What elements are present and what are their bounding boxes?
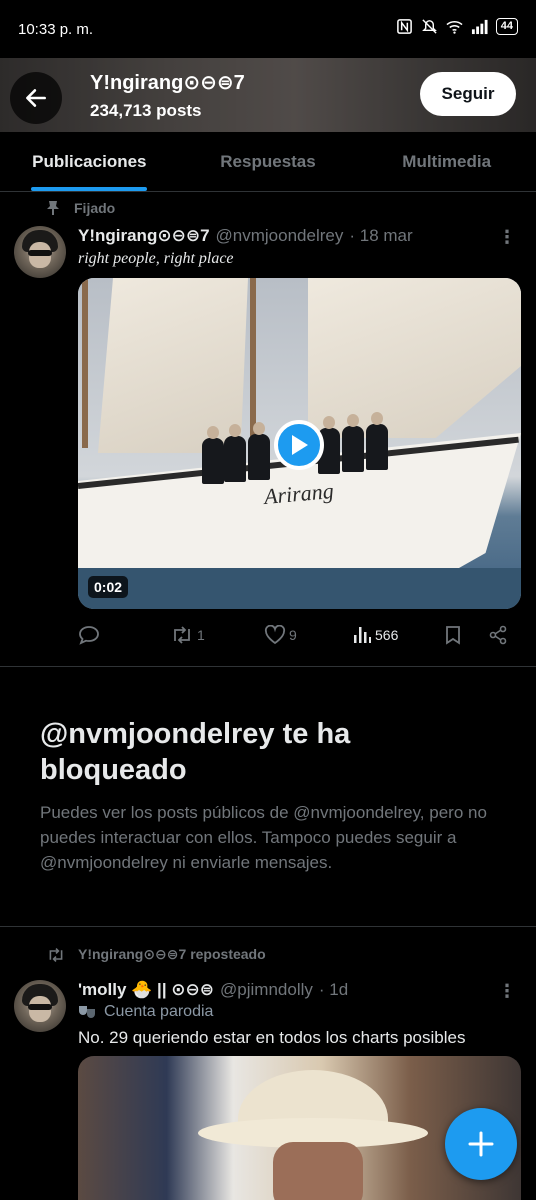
theater-masks-icon (79, 1006, 95, 1018)
pinned-post[interactable]: Fijado Y!ngirang⊙⊖⊜7 @nvmjoondelrey · 18… (0, 192, 536, 666)
reply-icon (79, 626, 99, 645)
like-button[interactable]: 9 (264, 625, 297, 645)
post-header: 'molly 🐣 || ⊙⊖⊜ @pjimndolly · 1d (78, 980, 348, 1000)
avatar[interactable] (14, 980, 66, 1032)
follow-button[interactable]: Seguir (420, 72, 516, 116)
author-handle[interactable]: @pjimndolly (220, 980, 313, 1000)
back-button[interactable] (10, 72, 62, 124)
post-actions: 1 9 566 (78, 620, 521, 650)
parody-label: Cuenta parodia (104, 1003, 214, 1020)
tab-respuestas[interactable]: Respuestas (179, 132, 358, 191)
avatar[interactable] (14, 226, 66, 278)
author-name[interactable]: Y!ngirang⊙⊖⊜7 (78, 226, 210, 246)
repost-icon (49, 947, 63, 962)
status-icons: 44 (396, 18, 518, 35)
share-icon (489, 625, 507, 645)
repost-icon (174, 626, 190, 644)
wifi-icon (446, 20, 463, 34)
arrow-left-icon (26, 89, 46, 107)
like-count: 9 (289, 627, 297, 643)
header-display-name: Y!ngirang⊙⊖⊜7 (90, 72, 245, 94)
play-icon (292, 435, 308, 455)
post-text: No. 29 queriendo estar en todos los char… (78, 1028, 466, 1047)
repost-indicator: Y!ngirang⊙⊖⊜7 reposteado (46, 946, 266, 963)
pinned-indicator: Fijado (46, 200, 115, 216)
profile-header: Y!ngirang⊙⊖⊜7 234,713 posts Seguir (0, 58, 536, 132)
more-options-icon[interactable]: ⋮ (498, 228, 516, 246)
pin-icon (47, 201, 59, 215)
video-duration: 0:02 (88, 576, 129, 598)
post-time: · 18 mar (349, 226, 413, 245)
tab-label: Respuestas (220, 151, 316, 171)
views-button[interactable]: 566 (352, 625, 398, 645)
repost-count: 1 (197, 627, 205, 643)
heart-icon (264, 625, 286, 645)
more-options-icon[interactable]: ⋮ (498, 982, 516, 1000)
views-icon (354, 627, 371, 643)
mute-icon (421, 19, 437, 34)
tab-label: Multimedia (402, 151, 492, 171)
bookmark-button[interactable] (444, 625, 462, 645)
author-handle[interactable]: @nvmjoondelrey (216, 226, 344, 246)
divider (0, 926, 536, 927)
blocked-description: Puedes ver los posts públicos de @nvmjoo… (40, 803, 487, 872)
pinned-label: Fijado (74, 200, 116, 216)
tab-publicaciones[interactable]: Publicaciones (0, 132, 179, 191)
battery-icon: 44 (495, 18, 518, 35)
share-button[interactable] (488, 625, 508, 645)
status-bar: 10:33 p. m. 44 (0, 0, 536, 58)
repost-button[interactable]: 1 (170, 625, 205, 645)
reply-button[interactable] (78, 625, 103, 645)
tab-label: Publicaciones (32, 151, 147, 171)
view-count: 566 (375, 627, 399, 643)
parody-badge: Cuenta parodia (78, 1003, 213, 1021)
compose-button[interactable] (445, 1108, 517, 1180)
signal-icon (471, 19, 488, 35)
tab-multimedia[interactable]: Multimedia (357, 132, 536, 191)
author-name[interactable]: 'molly 🐣 || ⊙⊖⊜ (78, 980, 214, 1000)
divider (0, 666, 536, 667)
status-time: 10:33 p. m. (18, 21, 94, 38)
bookmark-icon (446, 626, 460, 645)
blocked-title: @nvmjoondelrey te ha bloqueado (40, 718, 351, 786)
profile-tabs: Publicaciones Respuestas Multimedia (0, 132, 536, 192)
post-text: right people, right place (78, 250, 234, 267)
plus-icon (468, 1131, 494, 1157)
post-time: · 1d (318, 980, 349, 999)
active-tab-indicator (31, 187, 148, 191)
header-post-count: 234,713 posts (90, 101, 202, 120)
reposter-label[interactable]: Y!ngirang⊙⊖⊜7 reposteado (78, 946, 266, 963)
play-button[interactable] (274, 420, 324, 470)
nfc-icon (396, 19, 412, 34)
video-media[interactable]: Arirang 0:02 (78, 278, 521, 609)
post-header: Y!ngirang⊙⊖⊜7 @nvmjoondelrey · 18 mar (78, 226, 413, 246)
